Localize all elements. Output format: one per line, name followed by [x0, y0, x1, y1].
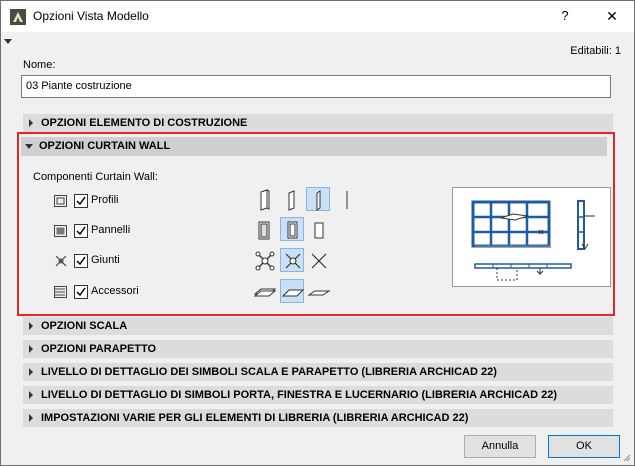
frame-outline-icon[interactable] [280, 188, 304, 212]
resize-grip-icon[interactable] [621, 452, 631, 462]
collapsed-arrow-icon [29, 391, 33, 399]
frame-line-icon[interactable] [335, 188, 359, 212]
close-button[interactable]: ✕ [597, 5, 627, 27]
dialog-window: Opzioni Vista Modello ? ✕ Editabili: 1 N… [0, 0, 635, 466]
collapsed-arrow-icon [29, 322, 33, 330]
giunti-checkbox[interactable] [74, 254, 88, 268]
section-label: LIVELLO DI DETTAGLIO DEI SIMBOLI SCALA E… [41, 366, 497, 378]
panel-outline-icon[interactable] [280, 217, 304, 241]
section-curtain-wall-options[interactable]: OPZIONI CURTAIN WALL [21, 137, 607, 156]
cancel-button[interactable]: Annulla [464, 435, 536, 458]
collapsed-arrow-icon [29, 345, 33, 353]
section-label: OPZIONI ELEMENTO DI COSTRUZIONE [41, 117, 248, 129]
junction-simplified-icon[interactable] [307, 249, 331, 273]
ok-button[interactable]: OK [548, 435, 620, 458]
name-field-value: 03 Piante costruzione [26, 80, 132, 92]
section-label: IMPOSTAZIONI VARIE PER GLI ELEMENTI DI L… [41, 412, 469, 424]
accessory-component-icon [53, 284, 69, 300]
curtain-wall-preview [452, 187, 611, 287]
collapsed-arrow-icon [29, 119, 33, 127]
junction-full-icon[interactable] [253, 249, 277, 273]
panel-simplified-icon[interactable] [307, 218, 331, 242]
panel-full-3d-icon[interactable] [253, 218, 277, 242]
frame-simplified-icon[interactable] [306, 187, 330, 211]
section-label: LIVELLO DI DETTAGLIO DI SIMBOLI PORTA, F… [41, 389, 557, 401]
profili-label: Profili [91, 194, 119, 206]
section-label: OPZIONI SCALA [41, 320, 128, 332]
editable-count: Editabili: 1 [570, 45, 621, 57]
name-field[interactable]: 03 Piante costruzione [21, 75, 611, 98]
title-bar: Opzioni Vista Modello ? ✕ [1, 1, 634, 32]
profili-checkbox[interactable] [74, 194, 88, 208]
section-stair-options[interactable]: OPZIONI SCALA [23, 317, 613, 335]
name-label: Nome: [23, 59, 56, 71]
accessory-full-icon[interactable] [253, 279, 277, 303]
giunti-label: Giunti [91, 254, 120, 266]
expanded-arrow-icon [25, 144, 33, 149]
accessory-outline-icon[interactable] [280, 279, 305, 303]
collapsed-arrow-icon [29, 368, 33, 376]
frame-full-3d-icon[interactable] [253, 188, 277, 212]
section-misc-library-settings[interactable]: IMPOSTAZIONI VARIE PER GLI ELEMENTI DI L… [23, 409, 613, 427]
section-stair-railing-detail[interactable]: LIVELLO DI DETTAGLIO DEI SIMBOLI SCALA E… [23, 363, 613, 381]
components-label: Componenti Curtain Wall: [33, 171, 158, 183]
pannelli-label: Pannelli [91, 224, 131, 236]
section-construction-options[interactable]: OPZIONI ELEMENTO DI COSTRUZIONE [23, 114, 613, 132]
junction-component-icon [53, 253, 69, 269]
section-door-window-detail[interactable]: LIVELLO DI DETTAGLIO DI SIMBOLI PORTA, F… [23, 386, 613, 404]
accessory-simplified-icon[interactable] [307, 280, 331, 304]
section-railing-options[interactable]: OPZIONI PARAPETTO [23, 340, 613, 358]
section-label: OPZIONI PARAPETTO [41, 343, 157, 355]
accessori-label: Accessori [91, 285, 139, 297]
archicad-app-icon [10, 9, 26, 25]
accessori-checkbox[interactable] [74, 285, 88, 299]
collapsed-arrow-icon [29, 414, 33, 422]
help-button[interactable]: ? [550, 5, 580, 27]
pannelli-checkbox[interactable] [74, 224, 88, 238]
junction-outline-icon[interactable] [280, 248, 304, 272]
frame-component-icon [53, 193, 69, 209]
expand-arrow-icon[interactable] [4, 39, 12, 44]
window-title: Opzioni Vista Modello [33, 9, 149, 23]
section-label: OPZIONI CURTAIN WALL [39, 140, 171, 152]
panel-component-icon [53, 223, 69, 239]
